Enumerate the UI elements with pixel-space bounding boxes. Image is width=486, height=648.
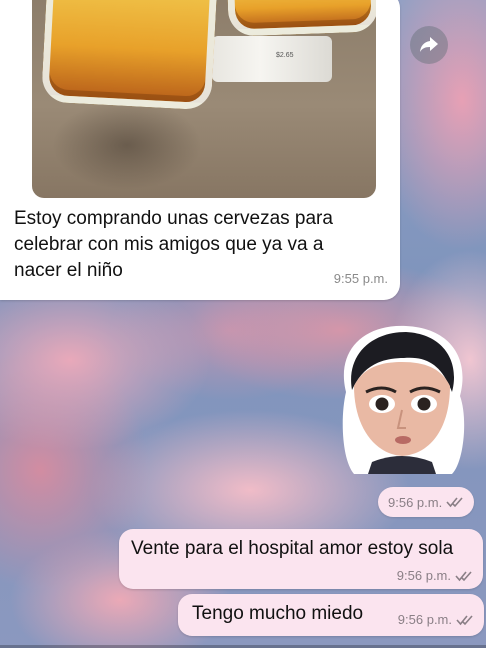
double-check-icon [456,614,473,625]
outgoing-message-text: Tengo mucho miedo [192,603,364,624]
incoming-message-time: 9:55 p.m. [333,271,388,286]
sticker-message[interactable] [332,322,472,478]
double-check-icon [455,570,472,581]
outgoing-message-time-wrap: 9:56 p.m. [397,568,473,583]
photo-price-label: $2.65 [276,52,294,59]
photo-beer-mug [227,0,376,37]
photo-bottles [212,36,332,82]
beer-photo[interactable]: $2.65 [32,0,376,198]
outgoing-message-time: 9:56 p.m. [397,612,452,627]
incoming-message-text: Estoy comprando unas cervezas para celeb… [14,208,333,281]
forward-button[interactable] [410,26,448,64]
outgoing-message-time-wrap: 9:56 p.m. [398,612,474,627]
outgoing-message[interactable]: Vente para el hospital amor estoy sola 9… [119,529,483,589]
double-check-icon [446,497,463,508]
surprised-face-sticker [342,325,465,474]
photo-beer-mug [40,0,218,111]
forward-arrow-icon [420,37,438,52]
outgoing-message-text: Vente para el hospital amor estoy sola [131,538,454,559]
sticker-time-pill: 9:56 p.m. [378,487,475,517]
outgoing-message[interactable]: Tengo mucho miedo 9:56 p.m. [178,594,484,636]
photo-table-stain [52,100,202,190]
incoming-photo-message[interactable]: $2.65 Estoy comprando unas cervezas para… [0,0,400,300]
outgoing-message-time: 9:56 p.m. [396,568,451,583]
sticker-message-time: 9:56 p.m. [388,494,443,510]
